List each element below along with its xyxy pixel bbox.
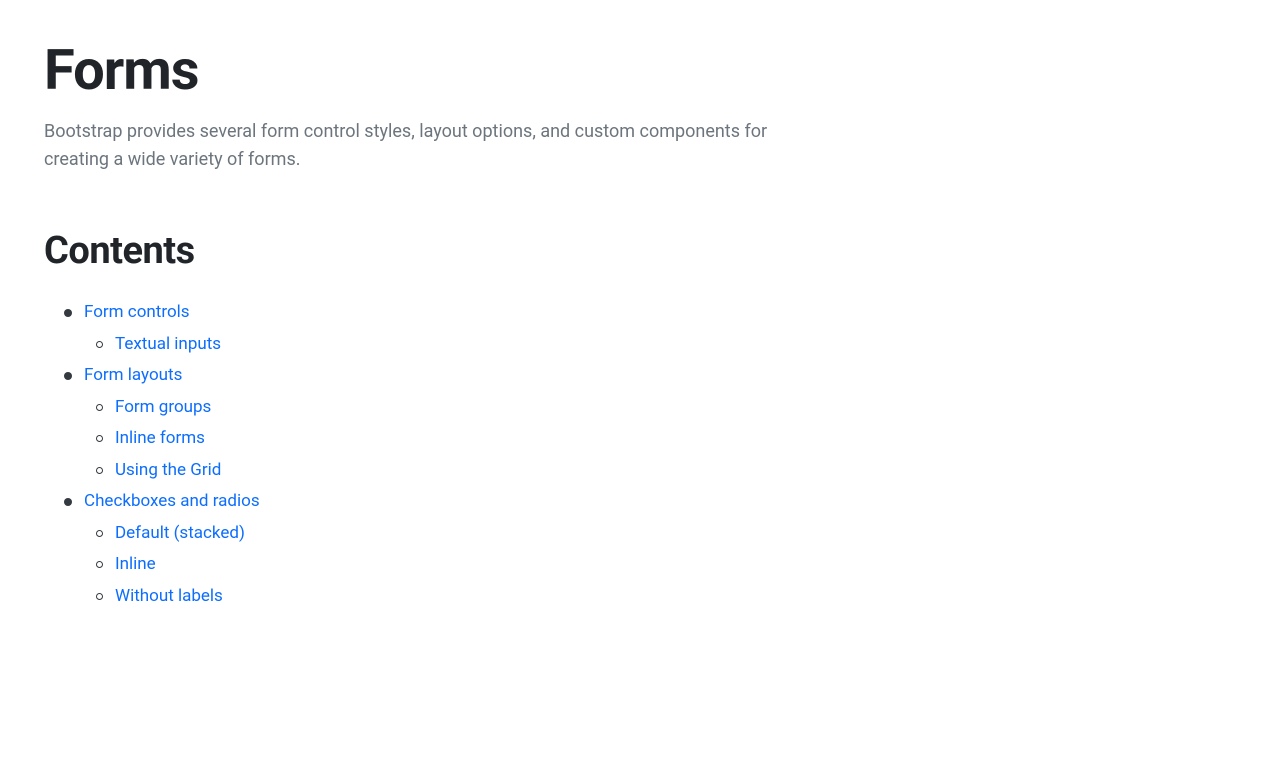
bullet-circle-icon (96, 530, 103, 537)
toc-sub-item: Textual inputs (96, 332, 1220, 358)
page-description: Bootstrap provides several form control … (44, 118, 804, 176)
bullet-circle-icon (96, 561, 103, 568)
bullet-circle-icon (96, 593, 103, 600)
toc-sub-item: Form groups (96, 395, 1220, 421)
bullet-disc-icon (64, 309, 72, 317)
bullet-circle-icon (96, 404, 103, 411)
toc-sublist: Form groups Inline forms Using the Grid (44, 395, 1220, 484)
toc-link[interactable]: Checkboxes and radios (84, 489, 260, 515)
toc-link[interactable]: Form layouts (84, 363, 182, 389)
toc-sub-item: Without labels (96, 584, 1220, 610)
bullet-circle-icon (96, 435, 103, 442)
contents-heading: Contents (44, 223, 1220, 280)
toc-link[interactable]: Form controls (84, 300, 190, 326)
toc-sub-item: Using the Grid (96, 458, 1220, 484)
toc-sub-link[interactable]: Using the Grid (115, 458, 221, 484)
bullet-disc-icon (64, 498, 72, 506)
toc-list: Form controls Textual inputs Form layouts F… (44, 300, 1220, 609)
toc-item: Form layouts (44, 363, 1220, 389)
bullet-disc-icon (64, 372, 72, 380)
toc-sub-link[interactable]: Inline (115, 552, 156, 578)
toc-sub-item: Inline forms (96, 426, 1220, 452)
toc-item: Checkboxes and radios (44, 489, 1220, 515)
toc-sub-item: Inline (96, 552, 1220, 578)
toc-sub-link[interactable]: Textual inputs (115, 332, 221, 358)
bullet-circle-icon (96, 467, 103, 474)
bullet-circle-icon (96, 341, 103, 348)
toc-sub-link[interactable]: Default (stacked) (115, 521, 245, 547)
toc-sublist: Default (stacked) Inline Without labels (44, 521, 1220, 610)
toc-sub-item: Default (stacked) (96, 521, 1220, 547)
page-title: Forms (44, 40, 1220, 102)
toc-item: Form controls (44, 300, 1220, 326)
toc-sub-link[interactable]: Without labels (115, 584, 223, 610)
toc-sublist: Textual inputs (44, 332, 1220, 358)
toc-sub-link[interactable]: Inline forms (115, 426, 205, 452)
toc-sub-link[interactable]: Form groups (115, 395, 211, 421)
